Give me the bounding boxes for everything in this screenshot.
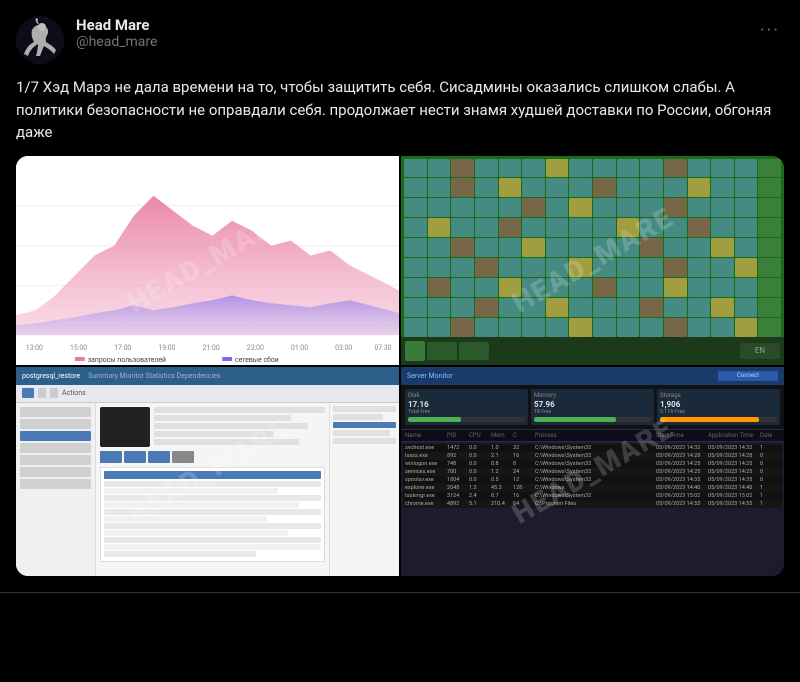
images-grid: 13:00 15:00 17:00 19:00 21:00 23:00 01:0… <box>16 156 784 576</box>
avatar[interactable] <box>16 16 64 64</box>
svg-text:21:00: 21:00 <box>203 344 220 352</box>
svg-text:19:00: 19:00 <box>158 344 175 352</box>
svg-text:17:00: 17:00 <box>114 344 131 352</box>
svg-text:23:00: 23:00 <box>247 344 264 352</box>
dashboard-image[interactable]: postgresql_restore Summary Monitor Stati… <box>16 367 399 576</box>
username[interactable]: @head_mare <box>76 34 744 50</box>
server-stats-image[interactable]: Server Monitor Connect Disk 17.16 Total … <box>401 367 784 576</box>
tweet-header: Head Mare @head_mare ··· <box>16 16 784 64</box>
display-name[interactable]: Head Mare <box>76 16 744 34</box>
more-options-button[interactable]: ··· <box>756 16 784 45</box>
svg-text:01:00: 01:00 <box>291 344 308 352</box>
svg-text:13:00: 13:00 <box>26 344 43 352</box>
tweet-card: Head Mare @head_mare ··· 1/7 Хэд Марэ не… <box>0 0 800 593</box>
tweet-text: 1/7 Хэд Марэ не дала времени на то, чтоб… <box>16 76 784 144</box>
svg-text:07:30: 07:30 <box>374 344 391 352</box>
svg-text:сетевые сбои: сетевые сбои <box>235 355 279 363</box>
svg-text:03:00: 03:00 <box>335 344 352 352</box>
desktop-image[interactable]: EN HEAD_MARE <box>401 156 784 365</box>
user-info: Head Mare @head_mare <box>76 16 744 50</box>
svg-text:15:00: 15:00 <box>70 344 87 352</box>
svg-text:запросы пользователей: запросы пользователей <box>88 355 166 363</box>
chart-image[interactable]: 13:00 15:00 17:00 19:00 21:00 23:00 01:0… <box>16 156 399 365</box>
